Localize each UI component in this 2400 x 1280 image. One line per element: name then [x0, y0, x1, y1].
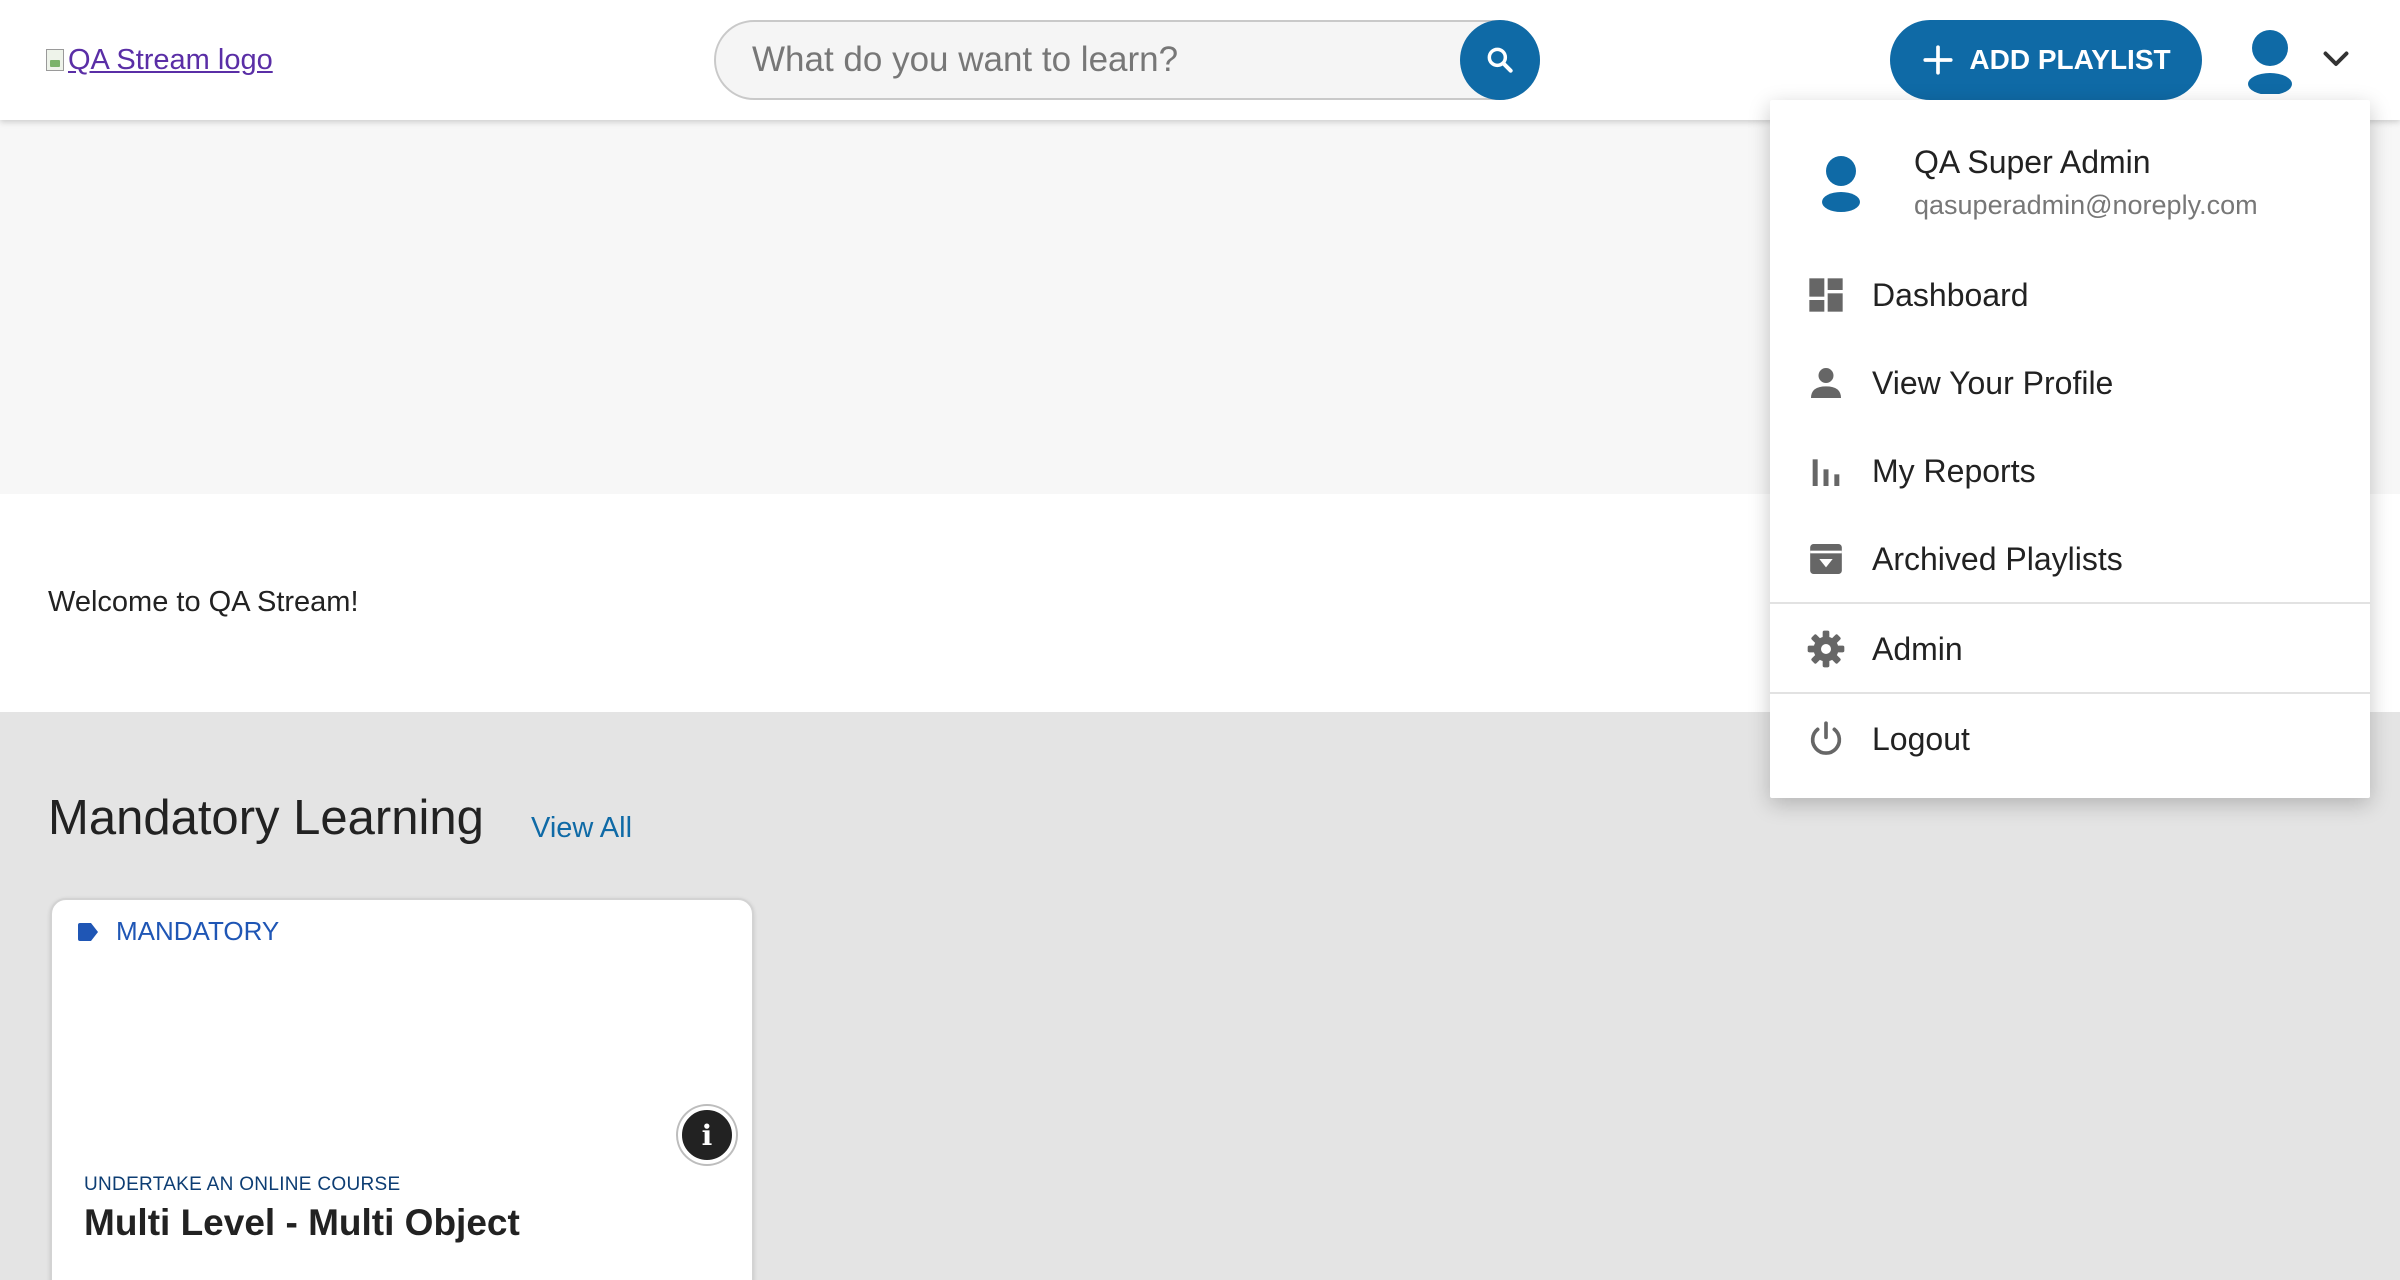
welcome-text: Welcome to QA Stream!	[48, 586, 359, 618]
menu-item-dashboard[interactable]: Dashboard	[1770, 252, 2370, 338]
logo-link[interactable]: QA Stream logo	[46, 40, 273, 80]
search-button[interactable]	[1460, 20, 1540, 100]
view-all-link[interactable]: View All	[531, 812, 632, 845]
logo-alt-text: QA Stream logo	[68, 43, 273, 76]
course-card[interactable]: MANDATORY i UNDERTAKE AN ONLINE COURSE M…	[50, 898, 754, 1280]
mandatory-tag-label: MANDATORY	[116, 916, 280, 946]
bar-chart-icon	[1812, 459, 1840, 486]
power-icon	[1810, 721, 1842, 755]
broken-image-icon	[46, 49, 64, 71]
menu-item-label: My Reports	[1872, 452, 2036, 489]
menu-item-label: View Your Profile	[1872, 364, 2114, 401]
menu-item-reports[interactable]: My Reports	[1770, 428, 2370, 514]
gear-icon	[1807, 630, 1845, 668]
info-button[interactable]: i	[678, 1106, 736, 1164]
search-input[interactable]	[752, 36, 1442, 84]
user-avatar-icon[interactable]	[2240, 26, 2300, 94]
dashboard-icon	[1809, 278, 1843, 312]
user-dropdown-menu: QA Super Admin qasuperadmin@noreply.com …	[1770, 100, 2370, 798]
menu-divider	[1770, 692, 2370, 694]
menu-user-email: qasuperadmin@noreply.com	[1914, 190, 2258, 220]
menu-item-label: Archived Playlists	[1872, 540, 2123, 577]
info-icon: i	[701, 1118, 713, 1152]
menu-user-name: QA Super Admin	[1914, 144, 2151, 180]
menu-item-label: Logout	[1872, 720, 1970, 757]
plus-icon	[1923, 45, 1953, 75]
menu-item-logout[interactable]: Logout	[1770, 696, 2370, 782]
search-bar	[714, 20, 1540, 100]
search-icon	[1487, 47, 1513, 73]
menu-item-label: Admin	[1872, 630, 1963, 667]
menu-avatar-icon	[1822, 156, 1860, 212]
mandatory-tag: MANDATORY	[76, 916, 279, 947]
menu-item-archived[interactable]: Archived Playlists	[1770, 516, 2370, 602]
chevron-down-icon[interactable]	[2318, 40, 2354, 76]
menu-item-admin[interactable]: Admin	[1770, 606, 2370, 692]
add-playlist-button[interactable]: ADD PLAYLIST	[1890, 20, 2202, 100]
section-title: Mandatory Learning	[48, 791, 484, 845]
menu-item-profile[interactable]: View Your Profile	[1770, 340, 2370, 426]
card-kicker: UNDERTAKE AN ONLINE COURSE	[84, 1174, 401, 1195]
person-icon	[1811, 368, 1841, 398]
menu-user-info: QA Super Admin qasuperadmin@noreply.com	[1770, 100, 2370, 260]
menu-item-label: Dashboard	[1872, 276, 2029, 313]
label-tag-icon	[78, 922, 98, 941]
archive-icon	[1810, 544, 1842, 574]
card-title: Multi Level - Multi Object	[84, 1202, 520, 1243]
add-playlist-label: ADD PLAYLIST	[1969, 44, 2171, 75]
page: QA Stream logo ADD PLAYLIST Welc	[0, 0, 2400, 1280]
menu-divider	[1770, 602, 2370, 604]
